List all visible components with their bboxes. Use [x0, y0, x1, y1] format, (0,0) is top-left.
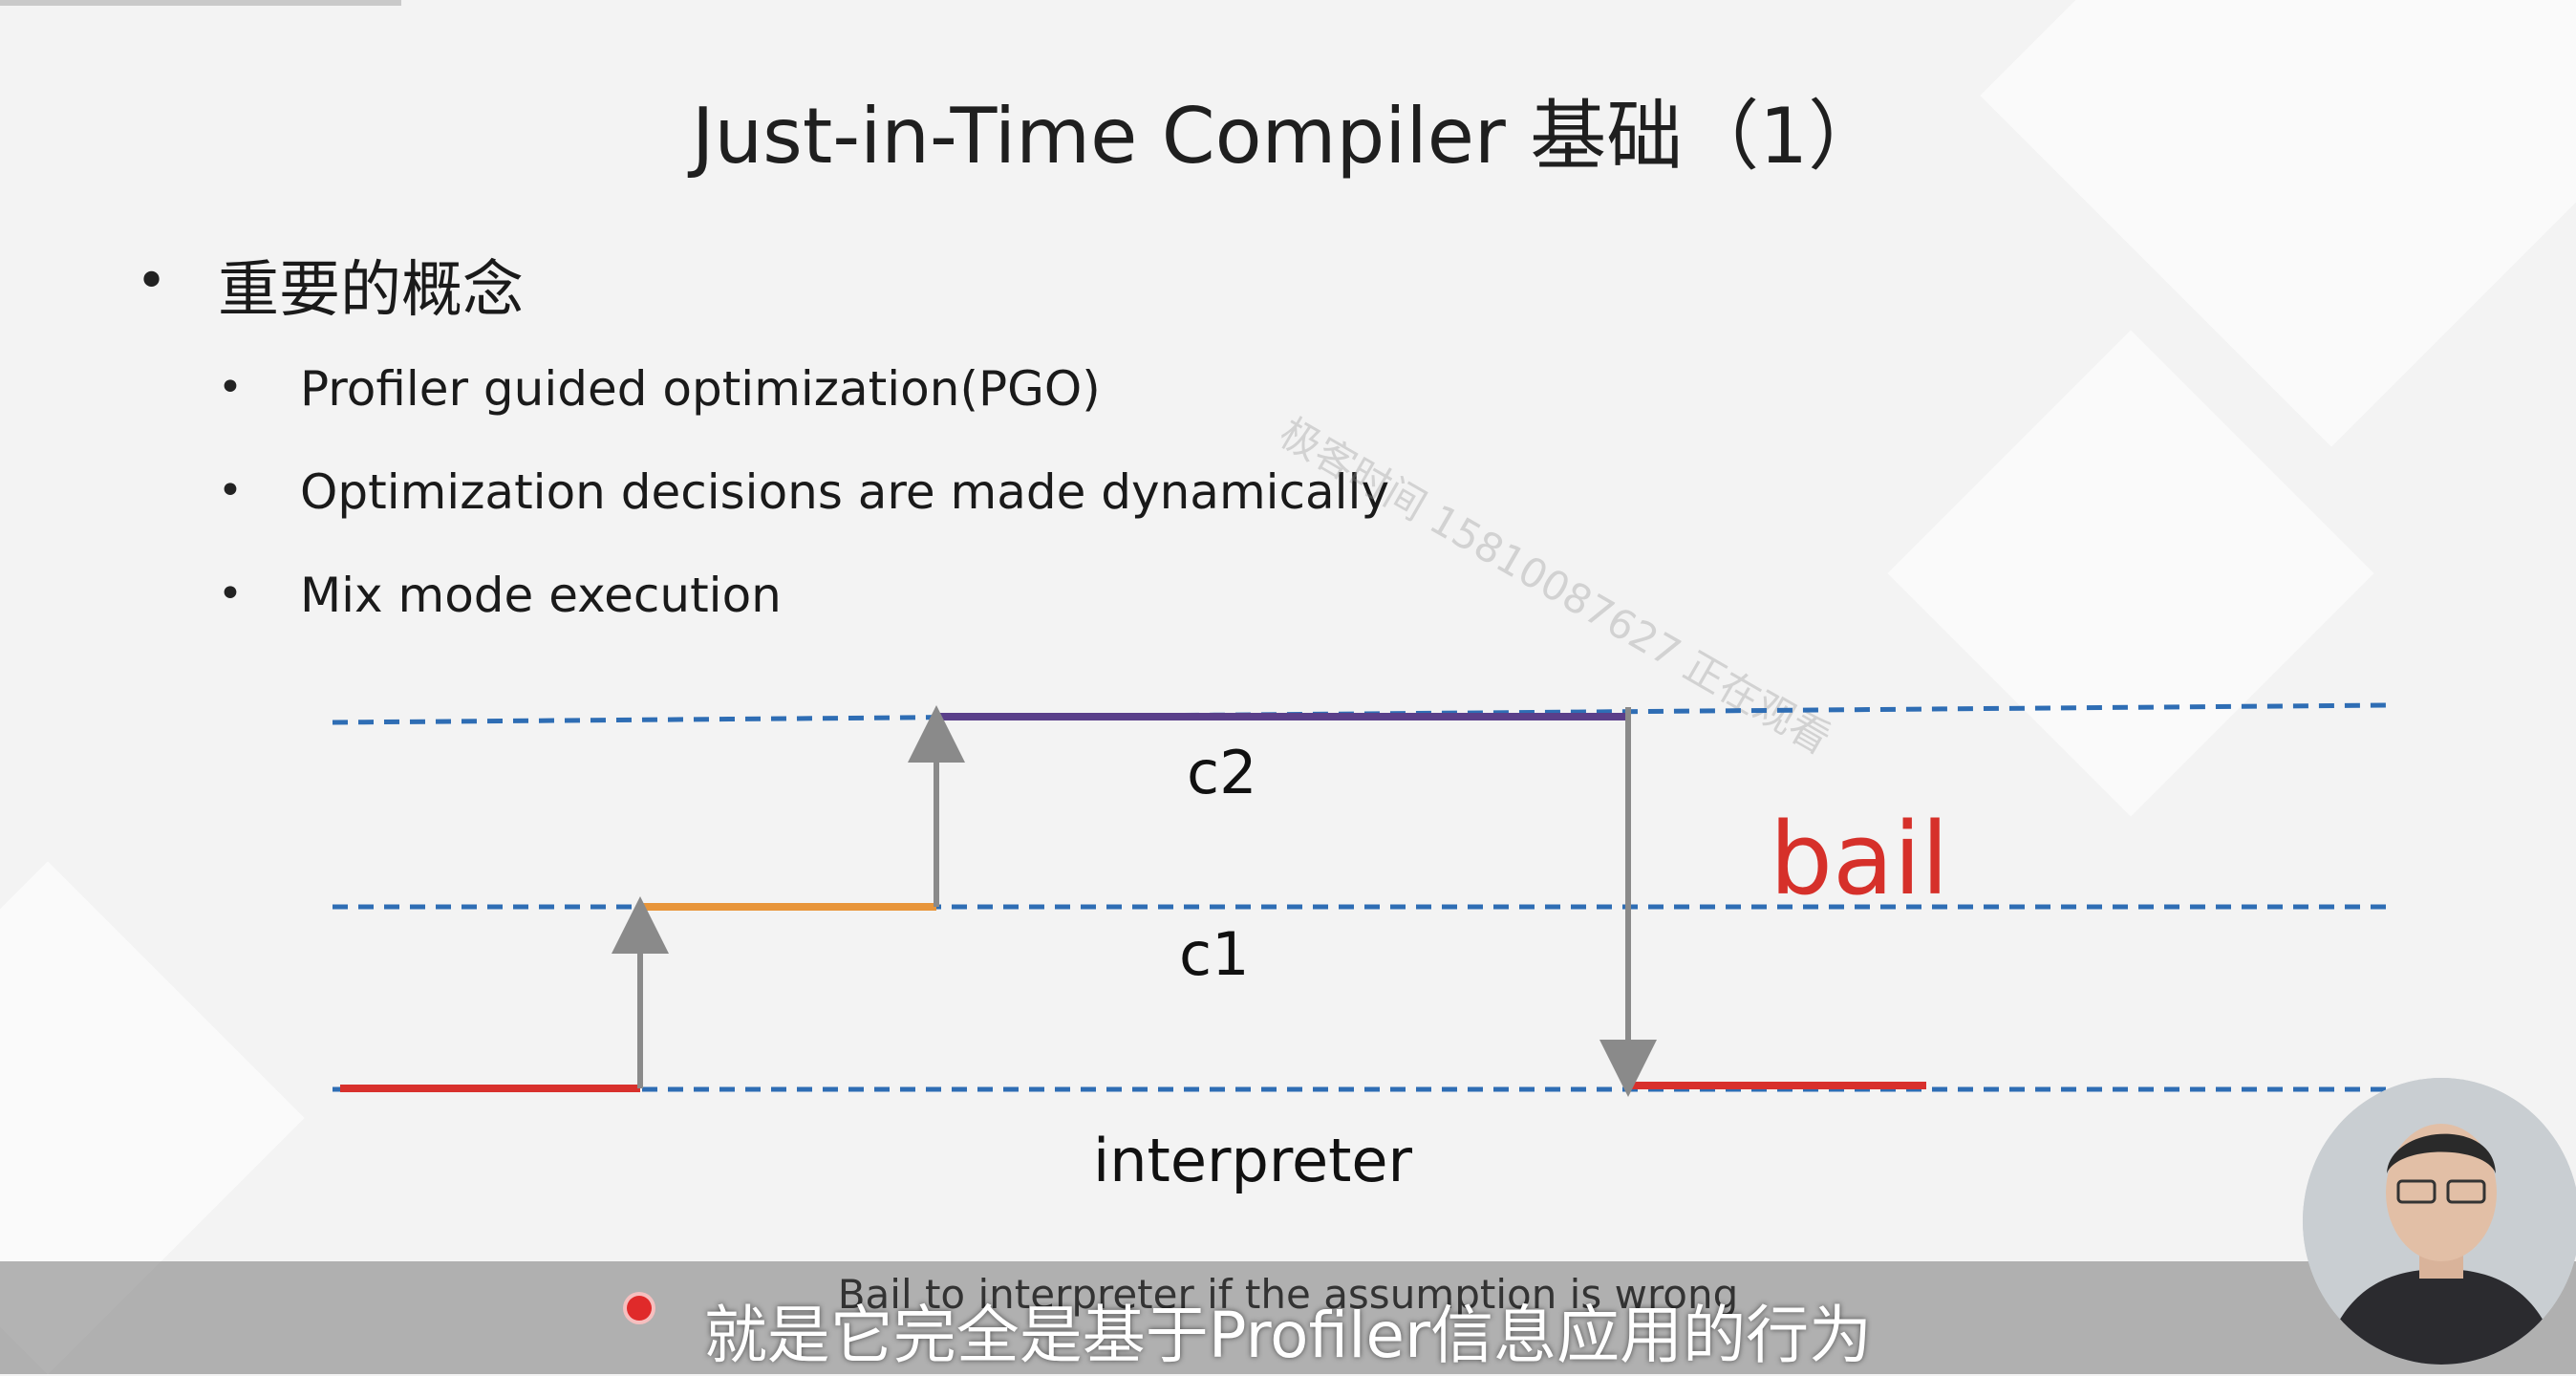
- presenter-avatar: [2303, 1078, 2576, 1365]
- presenter-webcam: [2303, 1078, 2576, 1365]
- c2-label: c2: [1187, 738, 1257, 807]
- bail-label: bail: [1770, 801, 1949, 917]
- interpreter-label: interpreter: [1093, 1126, 1413, 1195]
- c1-label: c1: [1179, 919, 1250, 989]
- video-subtitle: 就是它完全是基于Profiler信息应用的行为: [703, 1299, 1873, 1372]
